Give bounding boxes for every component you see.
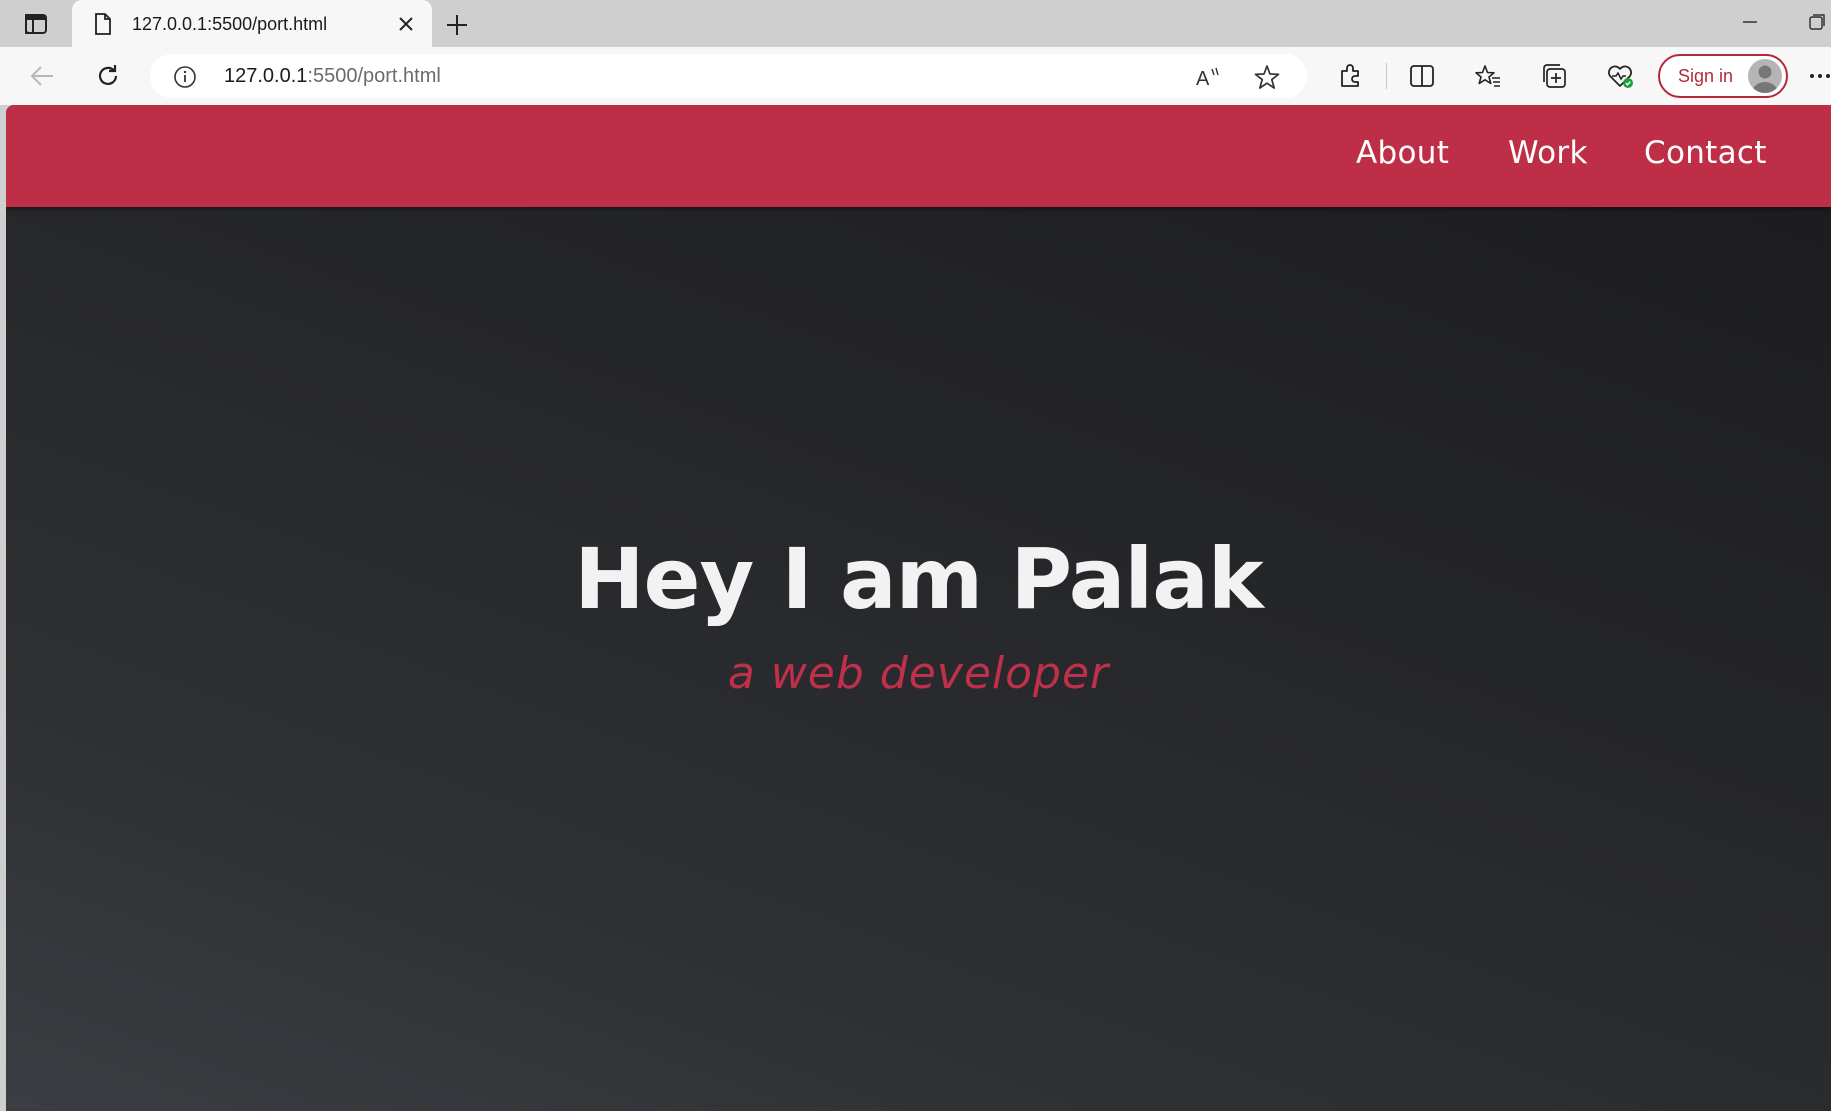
reload-icon[interactable] — [88, 56, 128, 96]
nav-contact-link[interactable]: Contact — [1644, 135, 1767, 171]
url-text[interactable]: 127.0.0.1:5500/port.html — [224, 65, 441, 88]
browser-toolbar: 127.0.0.1:5500/port.html A Sign in — [0, 47, 1831, 105]
page-viewport: About Work Contact Hey I am Palak a web … — [6, 105, 1831, 1111]
sign-in-label: Sign in — [1678, 65, 1734, 86]
tab-actions-icon[interactable] — [16, 10, 56, 38]
tab-strip: 127.0.0.1:5500/port.html — [0, 0, 1831, 48]
more-options-icon[interactable] — [1800, 56, 1831, 96]
restore-icon[interactable] — [1805, 10, 1829, 34]
browser-essentials-icon[interactable] — [1600, 56, 1640, 96]
page-icon — [92, 12, 114, 36]
url-host: 127.0.0.1 — [224, 65, 308, 87]
favorites-icon[interactable] — [1468, 56, 1508, 96]
address-bar[interactable]: 127.0.0.1:5500/port.html A — [150, 54, 1307, 98]
extensions-icon[interactable] — [1330, 56, 1370, 96]
tab-title: 127.0.0.1:5500/port.html — [132, 13, 328, 34]
close-tab-icon[interactable] — [394, 12, 418, 36]
collections-icon[interactable] — [1534, 56, 1574, 96]
site-info-icon[interactable] — [172, 64, 198, 90]
split-screen-icon[interactable] — [1402, 56, 1442, 96]
read-aloud-icon[interactable]: A — [1193, 62, 1223, 92]
new-tab-icon[interactable] — [442, 10, 472, 40]
toolbar-separator — [1386, 63, 1387, 89]
avatar — [1748, 59, 1782, 93]
hero-title: Hey I am Palak — [574, 530, 1264, 628]
hero-subtitle: a web developer — [727, 648, 1110, 699]
site-navbar: About Work Contact — [6, 105, 1831, 207]
minimize-icon[interactable] — [1738, 10, 1762, 34]
sign-in-button[interactable]: Sign in — [1658, 54, 1788, 98]
nav-work-link[interactable]: Work — [1508, 135, 1588, 171]
browser-tab[interactable]: 127.0.0.1:5500/port.html — [72, 0, 432, 48]
svg-text:A: A — [1196, 68, 1210, 89]
back-icon[interactable] — [22, 56, 62, 96]
favorite-star-icon[interactable] — [1252, 62, 1282, 92]
url-path: :5500/port.html — [307, 65, 441, 87]
nav-about-link[interactable]: About — [1356, 135, 1449, 171]
